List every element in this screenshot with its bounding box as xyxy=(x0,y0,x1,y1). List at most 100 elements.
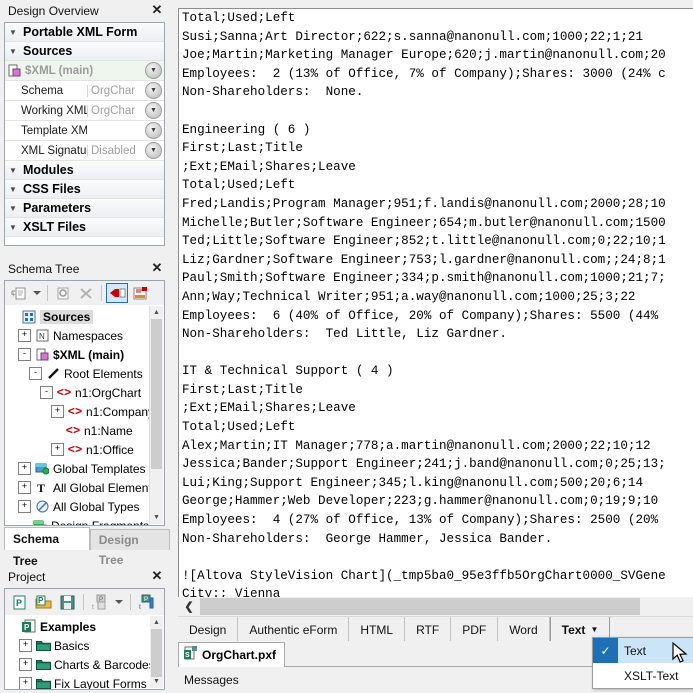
schema-tree-node[interactable]: +TAll Global Elements xyxy=(5,478,164,497)
project-properties-icon[interactable]: Pt xyxy=(136,592,158,612)
scroll-left-arrow-icon[interactable]: ❮ xyxy=(178,598,200,615)
view-tab-authentic-eform[interactable]: Authentic eForm xyxy=(238,617,349,642)
chevron-down-icon[interactable]: ▼ xyxy=(590,625,598,634)
collapse-triangle-icon[interactable]: ▼ xyxy=(5,185,21,194)
collapse-node-icon[interactable]: - xyxy=(29,367,42,380)
project-tree-node[interactable]: +Basics xyxy=(5,636,164,655)
editor-horizontal-scrollbar[interactable]: ❮ xyxy=(178,598,693,615)
design-overview-group-xslt-files[interactable]: ▼ XSLT Files xyxy=(5,218,164,237)
show-in-design-icon[interactable] xyxy=(106,283,128,303)
menu-item-xslt-text[interactable]: XSLT-Text xyxy=(593,663,693,688)
document-tab-orgchart[interactable]: S OrgChart.pxf xyxy=(178,642,285,667)
new-project-icon[interactable]: P xyxy=(8,592,30,612)
design-overview-row-working-xml[interactable]: Working XML OrgChar ▼ xyxy=(5,101,164,121)
view-tab-pdf[interactable]: PDF xyxy=(451,617,498,642)
close-icon[interactable]: ✕ xyxy=(150,261,164,275)
expand-node-icon[interactable]: + xyxy=(18,329,31,342)
schema-tree-node[interactable]: <>n1:Name xyxy=(5,421,164,440)
scrollbar-thumb[interactable] xyxy=(151,319,162,469)
schema-tree-node[interactable]: +<>n1:Office xyxy=(5,440,164,459)
folder-icon xyxy=(35,677,51,690)
scrollbar-thumb[interactable] xyxy=(151,629,162,677)
scroll-up-arrow-icon[interactable]: ▲ xyxy=(150,616,163,629)
view-tab-design[interactable]: Design xyxy=(178,617,238,642)
schema-tree-node[interactable]: -<>n1:OrgChart xyxy=(5,383,164,402)
menu-item-label: Text xyxy=(618,644,646,658)
design-overview-title: Design Overview xyxy=(8,4,99,18)
expand-node-icon[interactable]: + xyxy=(51,443,64,456)
dropdown-arrow-icon[interactable]: ▼ xyxy=(145,142,162,159)
dropdown-arrow-icon[interactable]: ▼ xyxy=(145,122,162,139)
expand-node-icon[interactable]: + xyxy=(51,405,64,418)
scroll-down-arrow-icon[interactable]: ▼ xyxy=(150,511,163,524)
text-output-editor[interactable]: Total;Used;Left Susi;Sanna;Art Director;… xyxy=(178,8,693,597)
project-tree-nodes: PExamples+Basics+Charts & Barcodes+Fix L… xyxy=(5,615,164,689)
menu-item-text[interactable]: ✓Text xyxy=(593,638,693,663)
scrollbar-track[interactable] xyxy=(200,598,693,615)
close-icon[interactable]: ✕ xyxy=(150,3,164,17)
project-tree-node[interactable]: +Charts & Barcodes xyxy=(5,655,164,674)
delete-x-icon[interactable] xyxy=(75,283,97,303)
expand-node-icon[interactable]: + xyxy=(18,500,31,513)
add-entry-icon[interactable]: + xyxy=(8,283,30,303)
schema-tree-node[interactable]: -$XML (main) xyxy=(5,345,164,364)
project-scrollbar[interactable]: ▲ ▼ xyxy=(150,616,163,688)
expand-node-icon[interactable]: + xyxy=(19,639,32,652)
expand-node-icon[interactable]: + xyxy=(18,462,31,475)
dropdown-arrow-icon[interactable]: ▼ xyxy=(145,82,162,99)
design-overview-group-css-files[interactable]: ▼ CSS Files xyxy=(5,180,164,199)
expand-node-icon[interactable]: + xyxy=(18,481,31,494)
dropdown-arrow-icon[interactable]: ▼ xyxy=(145,62,162,79)
schema-tree-node-label: n1:OrgChart xyxy=(75,386,141,400)
main-area: Total;Used;Left Susi;Sanna;Art Director;… xyxy=(170,0,693,693)
collapse-triangle-icon[interactable]: ▼ xyxy=(5,28,21,37)
add-files-icon[interactable]: Pt xyxy=(89,592,111,612)
schema-tree-node[interactable]: Sources xyxy=(5,307,164,326)
view-tab-word[interactable]: Word xyxy=(498,617,549,642)
design-overview-group-parameters[interactable]: ▼ Parameters xyxy=(5,199,164,218)
collapse-triangle-icon[interactable]: ▼ xyxy=(5,204,21,213)
reload-icon[interactable] xyxy=(52,283,74,303)
design-overview-row-template-xml[interactable]: Template XML ▼ xyxy=(5,121,164,141)
scroll-down-arrow-icon[interactable]: ▼ xyxy=(150,675,163,688)
scrollbar-thumb[interactable] xyxy=(200,598,640,615)
schema-tree-node[interactable]: -Root Elements xyxy=(5,364,164,383)
schema-settings-icon[interactable] xyxy=(129,283,151,303)
root-elements-icon xyxy=(45,367,61,380)
design-overview-row-xml-signature[interactable]: XML Signature Disabled ▼ xyxy=(5,141,164,161)
design-overview-row-schema[interactable]: Schema OrgChar ▼ xyxy=(5,81,164,101)
schema-tree-node[interactable]: Design Fragments xyxy=(5,516,164,525)
tab-schema-tree[interactable]: Schema Tree xyxy=(4,527,90,550)
schema-tree-node[interactable]: +NNamespaces xyxy=(5,326,164,345)
view-tab-rtf[interactable]: RTF xyxy=(405,617,451,642)
scroll-up-arrow-icon[interactable]: ▲ xyxy=(150,306,163,319)
save-project-icon[interactable] xyxy=(56,592,78,612)
collapse-triangle-icon[interactable]: ▼ xyxy=(5,223,21,232)
row-label: Schema xyxy=(5,85,87,97)
schema-tree-node[interactable]: +Global Templates xyxy=(5,459,164,478)
design-overview-group-modules[interactable]: ▼ Modules xyxy=(5,161,164,180)
expand-node-icon[interactable]: + xyxy=(19,677,32,690)
view-tab-html[interactable]: HTML xyxy=(349,617,405,642)
design-overview-group-portable-xml-form[interactable]: ▼ Portable XML Form xyxy=(5,23,164,42)
project-tree-node[interactable]: +Fix Layout Forms xyxy=(5,674,164,690)
schema-tree-node-label: All Global Elements xyxy=(53,481,158,495)
schema-tree-scrollbar[interactable]: ▲ ▼ xyxy=(149,306,163,524)
tab-label: Schema Tree xyxy=(13,532,59,568)
close-icon[interactable]: ✕ xyxy=(150,569,164,583)
dropdown-arrow-icon[interactable]: ▼ xyxy=(145,102,162,119)
collapse-triangle-icon[interactable]: ▼ xyxy=(5,166,21,175)
collapse-triangle-icon[interactable]: ▼ xyxy=(5,47,21,56)
schema-tree-node[interactable]: +All Global Types xyxy=(5,497,164,516)
collapse-node-icon[interactable]: - xyxy=(40,386,53,399)
chevron-down-icon[interactable] xyxy=(113,592,125,612)
collapse-node-icon[interactable]: - xyxy=(18,348,31,361)
tab-design-tree[interactable]: Design Tree xyxy=(90,529,170,550)
schema-tree-node[interactable]: +<>n1:CompanyI xyxy=(5,402,164,421)
design-overview-group-sources[interactable]: ▼ Sources xyxy=(5,42,164,61)
open-project-icon[interactable]: P xyxy=(32,592,54,612)
design-overview-row-xml-main[interactable]: $XML (main) ▼ xyxy=(5,61,164,81)
chevron-down-icon[interactable] xyxy=(31,283,43,303)
project-tree-node[interactable]: PExamples xyxy=(5,617,164,636)
expand-node-icon[interactable]: + xyxy=(19,658,32,671)
